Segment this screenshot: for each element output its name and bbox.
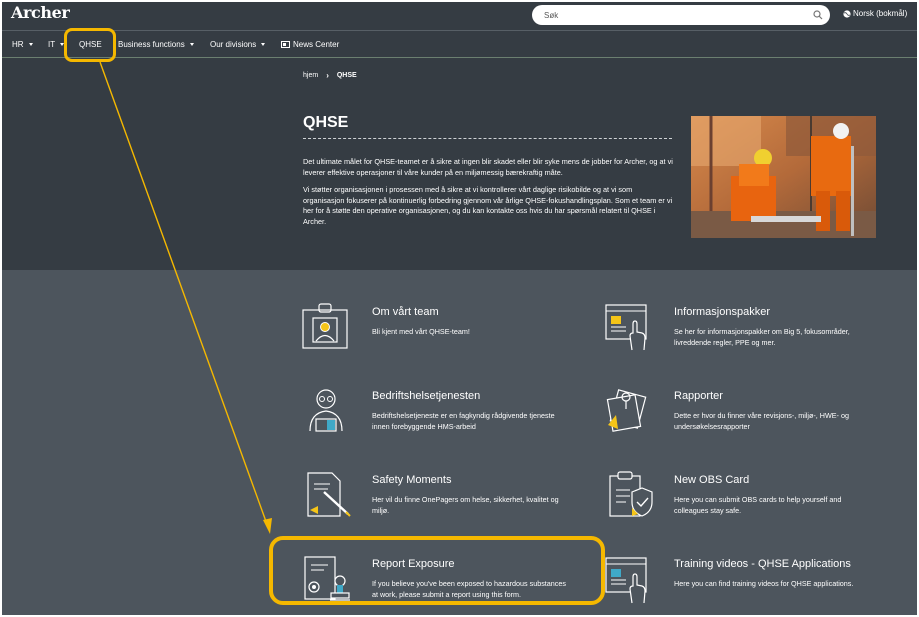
hero-section: hjem › QHSE QHSE Det ultimate målet for … [2, 58, 917, 270]
search-box[interactable] [532, 5, 830, 25]
top-bar: Archer Norsk (bokmål) [2, 2, 917, 30]
card-desc-new-obs-card: Here you can submit OBS cards to help yo… [674, 495, 842, 515]
globe-icon [843, 9, 851, 18]
nav-label: News Center [293, 40, 340, 49]
document-pen-icon[interactable] [304, 470, 354, 520]
search-input[interactable] [544, 5, 804, 25]
card-title-training-videos[interactable]: Training videos - QHSE Applications [674, 558, 851, 570]
nav-item-our-divisions[interactable]: Our divisions [210, 40, 266, 49]
archer-logo[interactable]: Archer [11, 3, 70, 22]
chevron-down-icon [261, 43, 266, 46]
nav-label: HR [12, 40, 24, 49]
search-icon[interactable] [813, 10, 823, 20]
intro-paragraph-1: Det ultimate målet for QHSE-teamet er å … [303, 157, 673, 177]
nav-item-hr[interactable]: HR [12, 40, 33, 49]
link-cards-section: Om vårt team Bli kjent med vårt QHSE-tea… [2, 270, 917, 615]
clipboard-check-icon[interactable] [606, 470, 656, 520]
main-nav: HR IT QHSE Business functions Our divisi… [2, 30, 917, 58]
card-title-om-vart-team[interactable]: Om vårt team [372, 306, 439, 318]
breadcrumb-current: QHSE [336, 72, 357, 79]
page-frame: Archer Norsk (bokmål) HR IT QHSE B [2, 2, 917, 615]
chevron-down-icon [189, 43, 194, 46]
intro-paragraph-2: Vi støtter organisasjonen i prosessen me… [303, 185, 673, 226]
document-stamp-icon[interactable] [302, 553, 352, 603]
card-title-safety-moments[interactable]: Safety Moments [372, 474, 451, 486]
card-desc-rapporter: Dette er hvor du finner våre revisjons-,… [674, 411, 849, 431]
newspaper-icon [281, 41, 290, 48]
nav-item-it[interactable]: IT [48, 40, 65, 49]
nav-label: QHSE [79, 40, 102, 49]
info-screen-icon[interactable] [604, 302, 654, 352]
card-desc-om-vart-team: Bli kjent med vårt QHSE-team! [372, 327, 470, 336]
nav-label: Our divisions [210, 40, 257, 49]
card-title-new-obs-card[interactable]: New OBS Card [674, 474, 749, 486]
card-desc-safety-moments: Her vil du finne OnePagers om helse, sik… [372, 495, 559, 515]
title-divider [303, 138, 672, 139]
reports-pin-icon[interactable] [604, 385, 654, 435]
doctor-reading-icon[interactable] [304, 385, 354, 435]
card-title-rapporter[interactable]: Rapporter [674, 390, 723, 402]
breadcrumb: hjem › QHSE [303, 71, 357, 80]
card-desc-informasjonspakker: Se her for informasjonspakker om Big 5, … [674, 327, 850, 347]
chevron-down-icon [60, 43, 65, 46]
nav-label: IT [48, 40, 56, 49]
card-title-informasjonspakker[interactable]: Informasjonspakker [674, 306, 770, 318]
language-label: Norsk (bokmål) [853, 9, 908, 18]
hero-photo [691, 116, 876, 238]
card-title-report-exposure[interactable]: Report Exposure [372, 558, 455, 570]
language-selector[interactable]: Norsk (bokmål) [843, 9, 907, 18]
nav-item-qhse[interactable]: QHSE [79, 40, 102, 49]
card-desc-training-videos: Here you can find training videos for QH… [674, 579, 854, 588]
workers-photo-illustration [691, 116, 876, 238]
breadcrumb-home[interactable]: hjem [303, 72, 318, 79]
team-badge-icon[interactable] [301, 300, 351, 350]
card-desc-bedriftshelsetjenesten: Bedriftshelsetjeneste er en fagkyndig rå… [372, 411, 555, 431]
card-desc-report-exposure: If you believe you've been exposed to ha… [372, 579, 566, 599]
card-title-bedriftshelsetjenesten[interactable]: Bedriftshelsetjenesten [372, 390, 480, 402]
video-screen-icon[interactable] [604, 555, 654, 605]
chevron-down-icon [28, 43, 33, 46]
page-title: QHSE [303, 114, 349, 131]
nav-item-news-center[interactable]: News Center [281, 40, 339, 49]
nav-item-business-functions[interactable]: Business functions [118, 40, 194, 49]
chevron-right-icon: › [326, 71, 329, 80]
nav-label: Business functions [118, 40, 185, 49]
